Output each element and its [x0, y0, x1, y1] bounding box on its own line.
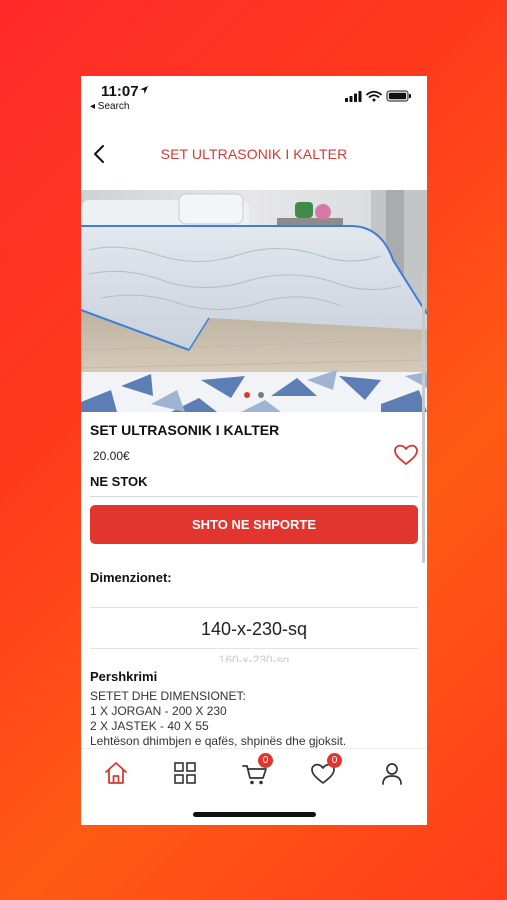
cart-count-badge: 0 — [258, 753, 273, 768]
home-indicator[interactable] — [193, 812, 316, 817]
scrollbar[interactable] — [422, 271, 425, 563]
wishlist-heart-icon[interactable] — [393, 443, 419, 467]
description-line: Lehtëson dhimbjen e qafës, shpinës dhe g… — [90, 734, 347, 748]
nav-header: SET ULTRASONIK I KALTER — [81, 132, 427, 176]
product-photo — [81, 190, 427, 412]
location-arrow-icon — [140, 86, 148, 94]
picker-divider-top — [90, 607, 418, 608]
home-icon[interactable] — [101, 759, 131, 787]
wishlist-count-badge: 0 — [327, 753, 342, 768]
carousel-dot[interactable] — [258, 392, 264, 398]
description-line: SETET DHE DIMENSIONET: — [90, 689, 246, 703]
add-to-cart-button[interactable]: SHTO NE SHPORTE — [90, 505, 418, 544]
picker-next-option[interactable]: 160-x-230-sq — [90, 653, 418, 662]
back-to-search-link[interactable]: ◂ Search — [90, 101, 129, 112]
dimensions-label: Dimenzionet: — [90, 570, 172, 585]
description-line: 2 X JASTEK - 40 X 55 — [90, 719, 209, 733]
status-bar: 11:07 ◂ Search — [81, 76, 427, 120]
profile-icon[interactable] — [377, 759, 407, 787]
battery-icon — [386, 90, 411, 102]
phone-screen: 11:07 ◂ Search SET ULTRASONIK I KALTER S… — [81, 76, 427, 825]
product-name: SET ULTRASONIK I KALTER — [90, 422, 280, 438]
stock-status: NE STOK — [90, 474, 148, 489]
description-line: 1 X JORGAN - 200 X 230 — [90, 704, 227, 718]
wifi-icon — [366, 90, 382, 98]
categories-grid-icon[interactable] — [170, 759, 200, 787]
signal-icon — [345, 91, 362, 102]
carousel-dot-active[interactable] — [244, 392, 250, 398]
page-title: SET ULTRASONIK I KALTER — [160, 146, 348, 162]
product-price: 20.00€ — [93, 449, 130, 463]
status-icons — [345, 90, 411, 102]
status-time: 11:07 — [101, 83, 139, 100]
divider — [90, 496, 418, 497]
dimensions-picker[interactable]: 140-x-230-sq 160-x-230-sq — [90, 607, 418, 662]
description-title: Pershkrimi — [90, 669, 158, 684]
product-image-carousel[interactable] — [81, 190, 427, 412]
picker-selected-option[interactable]: 140-x-230-sq — [90, 619, 418, 640]
picker-divider-bottom — [90, 648, 418, 649]
